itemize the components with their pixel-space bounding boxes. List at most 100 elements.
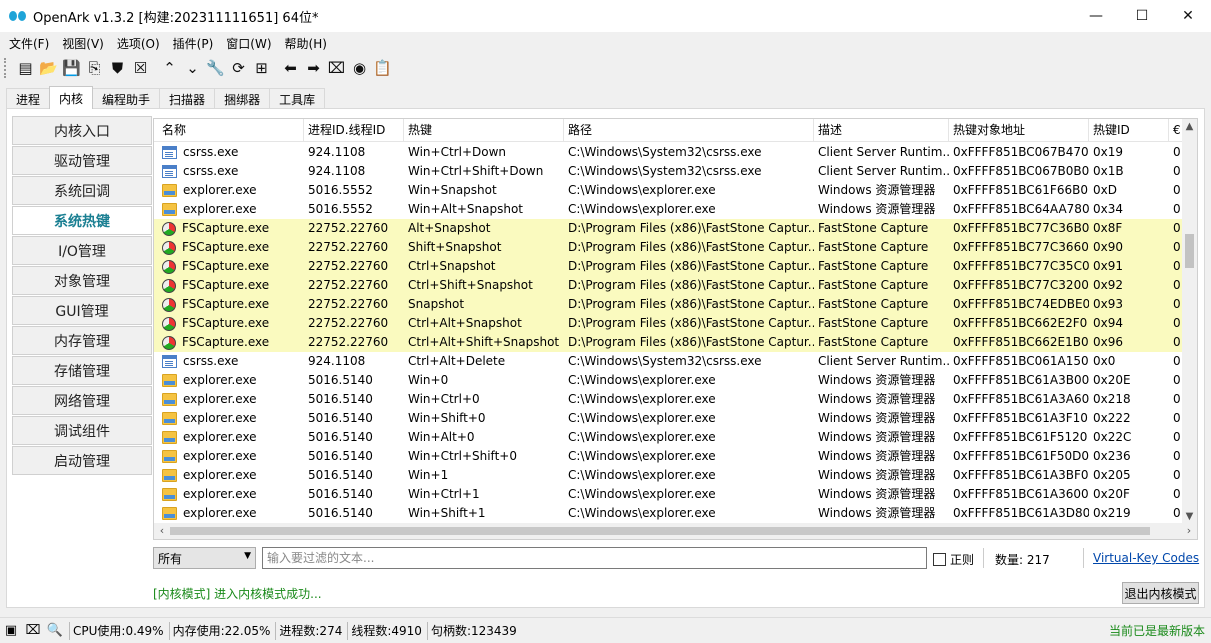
- sidenav-item-gui-manager[interactable]: GUI管理: [12, 296, 152, 325]
- tab-process[interactable]: 进程: [6, 88, 51, 109]
- table-row[interactable]: FSCapture.exe 22752.22760 Ctrl+Alt+Shift+S…: [154, 333, 1184, 352]
- process-name-text: csrss.exe: [183, 164, 239, 178]
- table-row[interactable]: FSCapture.exe 22752.22760 Snapshot D:\Progr…: [154, 295, 1184, 314]
- table-row[interactable]: FSCapture.exe 22752.22760 Ctrl+Snapshot D:\…: [154, 257, 1184, 276]
- chevron-up-icon[interactable]: ⌃: [158, 57, 181, 79]
- sidenav-item-memory-manager[interactable]: 内存管理: [12, 326, 152, 355]
- table-row[interactable]: csrss.exe 924.1108 Win+Ctrl+Shift+Down C:\W…: [154, 162, 1184, 181]
- grid-icon[interactable]: ⊞: [250, 57, 273, 79]
- menu-file[interactable]: 文件(F): [4, 35, 54, 52]
- menu-window[interactable]: 窗口(W): [221, 35, 276, 52]
- filter-scope-select[interactable]: 所有 ▼: [153, 547, 256, 569]
- export-icon[interactable]: ⎘: [83, 57, 106, 79]
- map-icon[interactable]: ⌧: [325, 57, 348, 79]
- column-header-pid-tid[interactable]: 进程ID.线程ID: [304, 119, 404, 142]
- table-row[interactable]: explorer.exe 5016.5140 Win+Alt+0 C:\Windows…: [154, 428, 1184, 447]
- table-row[interactable]: explorer.exe 5016.5552 Win+Alt+Snapshot C:\…: [154, 200, 1184, 219]
- table-row[interactable]: FSCapture.exe 22752.22760 Alt+Snapshot D:\P…: [154, 219, 1184, 238]
- tab-coder[interactable]: 编程助手: [92, 88, 161, 109]
- table-row[interactable]: csrss.exe 924.1108 Win+Ctrl+Down C:\Windows…: [154, 143, 1184, 162]
- menu-plugins[interactable]: 插件(P): [168, 35, 219, 52]
- table-row[interactable]: FSCapture.exe 22752.22760 Ctrl+Alt+Snapsho…: [154, 314, 1184, 333]
- sidenav-item-object-manager[interactable]: 对象管理: [12, 266, 152, 295]
- table-row[interactable]: explorer.exe 5016.5140 Win+Shift+0 C:\Windo…: [154, 409, 1184, 428]
- github-icon[interactable]: ◉: [348, 57, 371, 79]
- cell-process-name: FSCapture.exe: [154, 295, 304, 314]
- sidenav-item-system-callbacks[interactable]: 系统回调: [12, 176, 152, 205]
- map-icon[interactable]: ⌧: [22, 620, 44, 642]
- sidenav-item-driver-manager[interactable]: 驱动管理: [12, 146, 152, 175]
- menu-view[interactable]: 视图(V): [57, 35, 109, 52]
- search-icon[interactable]: 🔍: [44, 620, 66, 642]
- column-header-description[interactable]: 描述: [814, 119, 949, 142]
- toolbar-grip[interactable]: [4, 58, 8, 78]
- cell-process-name: FSCapture.exe: [154, 257, 304, 276]
- table-row[interactable]: explorer.exe 5016.5140 Win+1 C:\Windows\exp…: [154, 466, 1184, 485]
- scroll-left-arrow-icon[interactable]: ‹: [154, 523, 170, 539]
- console-icon[interactable]: ▤: [14, 57, 37, 79]
- sidenav-item-network-manager[interactable]: 网络管理: [12, 386, 152, 415]
- table-row[interactable]: explorer.exe 5016.5140 Win+Ctrl+0 C:\Window…: [154, 390, 1184, 409]
- tab-kernel[interactable]: 内核: [49, 86, 94, 109]
- sidenav-item-debug-components[interactable]: 调试组件: [12, 416, 152, 445]
- scroll-right-arrow-icon[interactable]: ›: [1181, 523, 1197, 539]
- table-row[interactable]: explorer.exe 5016.5140 Win+Ctrl+1 C:\Window…: [154, 485, 1184, 504]
- regex-checkbox[interactable]: 正则: [933, 551, 974, 568]
- scroll-down-arrow-icon[interactable]: ▼: [1182, 509, 1197, 524]
- refresh-icon[interactable]: ⟳: [227, 57, 250, 79]
- save-icon[interactable]: 💾: [60, 57, 83, 79]
- console-icon[interactable]: ▣: [0, 620, 22, 642]
- filter-input[interactable]: [262, 547, 927, 569]
- column-header-name[interactable]: 名称: [154, 119, 304, 142]
- cell-description: Windows 资源管理器: [818, 449, 936, 463]
- cell-object-address: 0xFFFF851BC067B0B0: [953, 164, 1089, 178]
- sidenav-item-storage-manager[interactable]: 存储管理: [12, 356, 152, 385]
- sidenav-item-io-manager[interactable]: I/O管理: [12, 236, 152, 265]
- horizontal-scroll-thumb[interactable]: [170, 527, 1150, 535]
- column-header-hotkey[interactable]: 热键: [404, 119, 564, 142]
- tab-scanner[interactable]: 扫描器: [159, 88, 216, 109]
- sidenav-item-startup-manager[interactable]: 启动管理: [12, 446, 152, 475]
- table-row[interactable]: FSCapture.exe 22752.22760 Ctrl+Shift+Snaps…: [154, 276, 1184, 295]
- cell-process-name: explorer.exe: [154, 428, 304, 447]
- clipboard-icon[interactable]: 📋: [371, 57, 394, 79]
- column-header-hotkey-id[interactable]: 热键ID: [1089, 119, 1169, 142]
- table-row[interactable]: FSCapture.exe 22752.22760 Shift+Snapshot D:…: [154, 238, 1184, 257]
- tab-bundler[interactable]: 捆绑器: [214, 88, 271, 109]
- vertical-scrollbar[interactable]: ▲ ▼: [1182, 119, 1197, 524]
- shield-icon[interactable]: ⛊: [106, 57, 129, 79]
- process-name-text: FSCapture.exe: [182, 221, 270, 235]
- table-row[interactable]: explorer.exe 5016.5140 Win+Shift+1 C:\Windo…: [154, 504, 1184, 523]
- kill-icon[interactable]: ☒: [129, 57, 152, 79]
- maximize-button[interactable]: ☐: [1119, 0, 1165, 32]
- column-header-object-address[interactable]: 热键对象地址: [949, 119, 1089, 142]
- table-row[interactable]: explorer.exe 5016.5140 Win+0 C:\Windows\exp…: [154, 371, 1184, 390]
- exit-kernel-mode-button[interactable]: 退出内核模式: [1122, 582, 1199, 604]
- regex-checkbox-box[interactable]: [933, 553, 946, 566]
- cell-hotkey-id: 0x22C: [1093, 430, 1132, 444]
- cell-pid-tid: 5016.5140: [308, 411, 373, 425]
- menu-help[interactable]: 帮助(H): [280, 35, 332, 52]
- cell-description: Windows 资源管理器: [818, 506, 936, 520]
- arrow-right-icon[interactable]: ➡: [302, 57, 325, 79]
- menu-options[interactable]: 选项(O): [112, 35, 165, 52]
- close-button[interactable]: ✕: [1165, 0, 1211, 32]
- wrench-icon[interactable]: 🔧: [204, 57, 227, 79]
- column-header-path[interactable]: 路径: [564, 119, 814, 142]
- scroll-up-arrow-icon[interactable]: ▲: [1182, 119, 1197, 134]
- tab-utilities[interactable]: 工具库: [269, 88, 326, 109]
- horizontal-scrollbar[interactable]: ‹ ›: [154, 523, 1197, 539]
- cell-path: C:\Windows\explorer.exe: [568, 373, 716, 387]
- folder-open-icon[interactable]: 📂: [37, 57, 60, 79]
- table-row[interactable]: csrss.exe 924.1108 Ctrl+Alt+Delete C:\Windo…: [154, 352, 1184, 371]
- sidenav-item-system-hotkeys[interactable]: 系统热键: [12, 206, 152, 235]
- chevron-down-icon[interactable]: ⌄: [181, 57, 204, 79]
- virtual-key-codes-link[interactable]: Virtual-Key Codes: [1093, 551, 1199, 565]
- sidenav-item-kernel-entry[interactable]: 内核入口: [12, 116, 152, 145]
- table-row[interactable]: explorer.exe 5016.5552 Win+Snapshot C:\Wind…: [154, 181, 1184, 200]
- arrow-left-icon[interactable]: ⬅: [279, 57, 302, 79]
- kernel-sidenav: 内核入口 驱动管理 系统回调 系统热键 I/O管理 对象管理 GUI管理 内存管理 存储管理 网络…: [12, 116, 152, 476]
- minimize-button[interactable]: —: [1073, 0, 1119, 32]
- vertical-scroll-thumb[interactable]: [1185, 234, 1194, 268]
- table-row[interactable]: explorer.exe 5016.5140 Win+Ctrl+Shift+0 C:\…: [154, 447, 1184, 466]
